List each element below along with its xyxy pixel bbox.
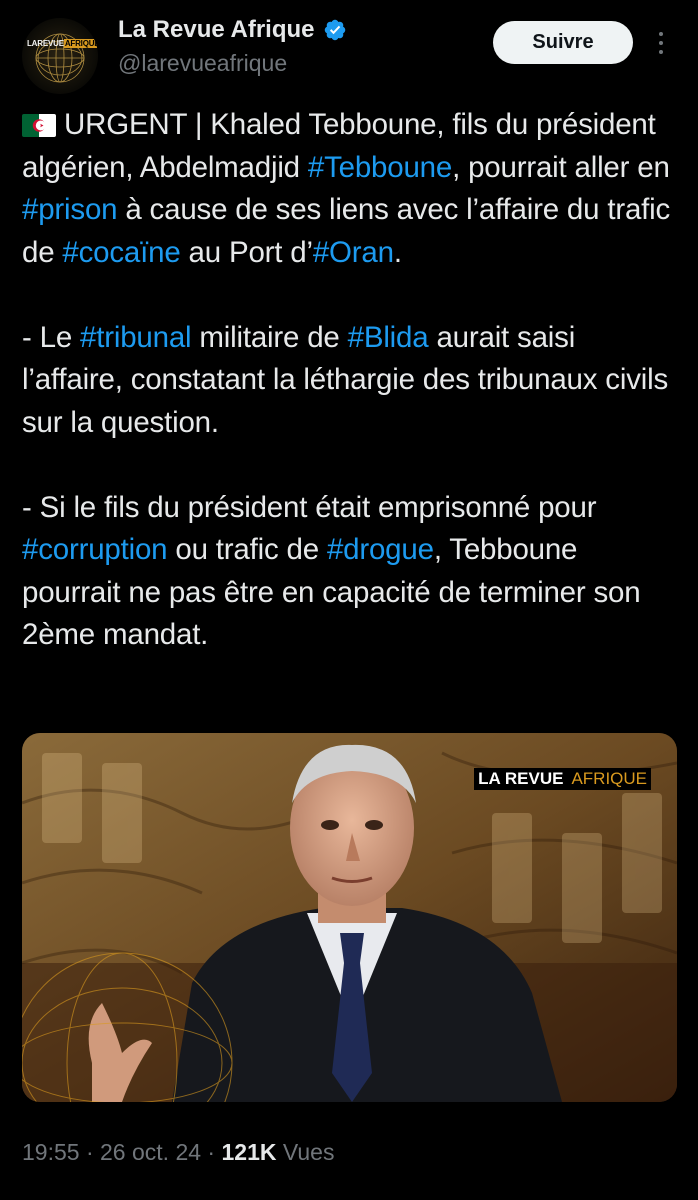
views-label: Vues — [282, 1139, 335, 1165]
tweet-paragraph-2: - Le #tribunal militaire de #Blida aurai… — [22, 317, 682, 445]
hashtag-link[interactable]: #corruption — [22, 533, 168, 566]
hashtag-link[interactable]: #Tebboune — [308, 151, 452, 184]
user-handle[interactable]: @larevueafrique — [118, 50, 287, 77]
meta-separator: · — [201, 1139, 222, 1165]
tweet-media-image[interactable]: LA REVUE AFRIQUE — [22, 733, 677, 1102]
tweet-time[interactable]: 19:55 — [22, 1139, 80, 1165]
avatar[interactable]: LAREVUEAFRIQUE — [22, 18, 98, 94]
views-count: 121K — [221, 1139, 277, 1165]
tweet-text-run: - Si le fils du président était emprison… — [22, 490, 597, 524]
follow-button[interactable]: Suivre — [493, 21, 633, 64]
avatar-logo-text: LAREVUEAFRIQUE — [27, 39, 98, 48]
tweet-text-run: au Port d’ — [180, 235, 313, 269]
algeria-flag-icon — [22, 114, 56, 137]
hashtag-link[interactable]: #Oran — [313, 236, 394, 269]
hashtag-link[interactable]: #prison — [22, 193, 118, 226]
name-row: La Revue Afrique — [118, 16, 347, 44]
more-options-icon[interactable] — [646, 24, 676, 62]
tweet-paragraph-1: URGENT | Khaled Tebboune, fils du présid… — [22, 104, 682, 274]
tweet-text-run: . — [393, 235, 402, 269]
hashtag-link[interactable]: #tribunal — [80, 321, 192, 354]
verified-badge-icon — [324, 19, 345, 41]
tweet-text: URGENT | Khaled Tebboune, fils du présid… — [22, 104, 682, 657]
tweet-meta: 19:55 · 26 oct. 24 · 121K Vues — [22, 1139, 334, 1166]
tweet-text-run: ou trafic de — [167, 533, 327, 566]
globe-logo-icon — [35, 33, 85, 83]
tweet-text-run: , pourrait aller en — [452, 150, 670, 184]
meta-separator: · — [79, 1139, 101, 1165]
tweet-date[interactable]: 26 oct. 24 — [100, 1139, 201, 1165]
media-watermark: LA REVUE AFRIQUE — [474, 768, 651, 790]
tweet-paragraph-3: - Si le fils du président était emprison… — [22, 487, 682, 657]
tweet-text-run: militaire de — [191, 320, 348, 354]
tweet-text-run: - Le — [22, 320, 81, 354]
hashtag-link[interactable]: #drogue — [327, 533, 434, 566]
hashtag-link[interactable]: #Blida — [348, 321, 429, 354]
hashtag-link[interactable]: #cocaïne — [62, 236, 180, 269]
display-name[interactable]: La Revue Afrique — [118, 16, 315, 44]
tweet-header: LAREVUEAFRIQUE La Revue Afrique @larevue… — [0, 0, 698, 100]
